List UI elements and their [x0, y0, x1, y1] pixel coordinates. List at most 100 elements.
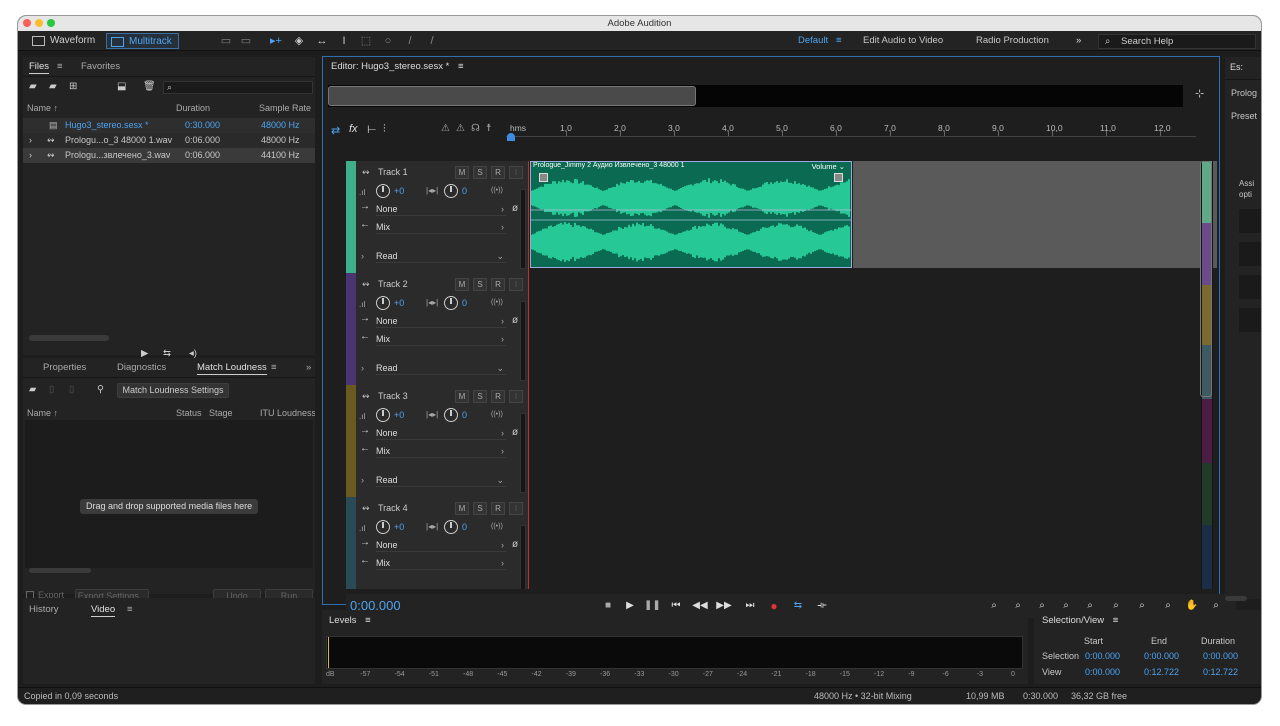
fx-icon[interactable]: fx [349, 123, 358, 135]
track-header[interactable]: ↭ Track 3 M S R I .ıl +0 |◂▸| 0 ((•)) → None › ø ← Mix › ›… [356, 385, 528, 497]
output-select[interactable]: Mix › [376, 445, 506, 458]
view-end[interactable]: 0:12.722 [1144, 667, 1179, 677]
track-lane[interactable] [528, 497, 1217, 589]
selection-view-menu-icon[interactable]: ≡ [1113, 615, 1119, 626]
view-start[interactable]: 0:00.000 [1085, 667, 1120, 677]
mute-button[interactable]: M [455, 502, 469, 515]
tab-favorites[interactable]: Favorites [81, 61, 120, 73]
volume-knob[interactable] [376, 520, 390, 534]
new-file-icon[interactable]: ⊞ [69, 81, 77, 92]
drop-area[interactable] [25, 420, 313, 568]
files-menu-icon[interactable]: ≡ [57, 61, 63, 73]
track-lane[interactable]: Prologue_Jimmy 2 Аудио Извлечено_3 48000… [528, 161, 1217, 273]
phase-invert-icon[interactable]: ø [512, 315, 518, 326]
levels-menu-icon[interactable]: ≡ [365, 615, 371, 626]
column-sample-rate[interactable]: Sample Rate [259, 103, 311, 113]
eq-icon[interactable]: ⫶ [383, 123, 386, 136]
clip-volume-dropdown[interactable]: Volume ⌄ [812, 162, 845, 171]
automation-mode-select[interactable]: Read ⌄ [376, 362, 506, 375]
tab-match-loudness[interactable]: Match Loudness [197, 362, 267, 375]
volume-value[interactable]: +0 [394, 410, 404, 420]
volume-value[interactable]: +0 [394, 186, 404, 196]
monitor-input-button[interactable]: I [509, 278, 523, 291]
output-select[interactable]: Mix › [376, 557, 506, 570]
track-color-tab[interactable] [346, 161, 356, 273]
output-select[interactable]: Mix › [376, 221, 506, 234]
volume-knob[interactable] [376, 408, 390, 422]
phase-invert-icon[interactable]: ø [512, 539, 518, 550]
input-select[interactable]: None › [376, 427, 506, 440]
solo-button[interactable]: S [473, 278, 487, 291]
time-ruler[interactable]: hms 1,0 2,0 3,0 4,0 5,0 6,0 7,0 8,0 9,0 10,0 11,0 1… [506, 121, 1196, 137]
expand-icon[interactable]: › [29, 148, 32, 163]
slip-tool-icon[interactable]: ↔ [314, 33, 330, 49]
tab-essential[interactable]: Es: [1230, 62, 1243, 72]
move-tool-icon[interactable]: ▸+ [268, 33, 284, 49]
delete-icon[interactable]: 🗑 [143, 81, 156, 92]
automation-expand-icon[interactable]: › [361, 363, 364, 373]
pan-knob[interactable] [444, 296, 458, 310]
file-row[interactable]: › ↭ Prologu...o_3 48000 1.wav 0:06.000 4… [23, 133, 315, 148]
automation-mode-select[interactable]: Read ⌄ [376, 474, 506, 487]
import-file-icon[interactable]: ▰ [49, 81, 57, 92]
loudness-settings-icon[interactable]: ⚲ [97, 384, 104, 395]
open-file-icon[interactable]: ▰ [29, 81, 37, 92]
horizontal-scrollbar[interactable] [29, 335, 109, 341]
essential-item[interactable]: Prolog [1231, 88, 1257, 98]
healing-tool-icon[interactable]: / [424, 33, 440, 49]
search-help-input[interactable]: ⌕ Search Help [1098, 34, 1256, 49]
column-status[interactable]: Status [176, 408, 202, 418]
mute-button[interactable]: M [455, 278, 469, 291]
track-lane[interactable] [528, 273, 1217, 385]
workspace-edit-audio-to-video[interactable]: Edit Audio to Video [863, 34, 943, 48]
workspace-menu-icon[interactable]: ≡ [836, 34, 842, 48]
pan-value[interactable]: 0 [462, 410, 467, 420]
record-arm-button[interactable]: R [491, 502, 505, 515]
horizontal-scrollbar[interactable] [1225, 596, 1247, 601]
brush-tool-icon[interactable]: / [402, 33, 418, 49]
pan-value[interactable]: 0 [462, 298, 467, 308]
file-row[interactable]: › ↭ Prologu...звлечено_3.wav 0:06.000 44… [23, 148, 315, 163]
pan-knob[interactable] [444, 408, 458, 422]
view-duration[interactable]: 0:12.722 [1203, 667, 1238, 677]
monitor-input-button[interactable]: I [509, 390, 523, 403]
pan-knob[interactable] [444, 184, 458, 198]
assign-button-2[interactable] [1239, 242, 1261, 266]
zoom-button[interactable] [47, 19, 55, 27]
column-name[interactable]: Name ↑ [27, 103, 58, 113]
tab-properties[interactable]: Properties [43, 362, 86, 374]
monitor-input-button[interactable]: I [509, 502, 523, 515]
phase-invert-icon[interactable]: ø [512, 203, 518, 214]
volume-value[interactable]: +0 [394, 522, 404, 532]
tab-history[interactable]: History [29, 604, 59, 616]
pitch-view-icon[interactable]: ▭ [238, 33, 254, 49]
more-tabs-icon[interactable]: » [306, 362, 311, 374]
metronome-icon[interactable]: ⚠ [441, 123, 450, 134]
track-color-tab[interactable] [346, 273, 356, 385]
razor-tool-icon[interactable]: ◈ [291, 33, 307, 49]
column-stage[interactable]: Stage [209, 408, 233, 418]
tab-files[interactable]: Files [29, 61, 50, 74]
record-arm-button[interactable]: R [491, 166, 505, 179]
remove-icon[interactable]: ▯ [49, 384, 54, 395]
pan-value[interactable]: 0 [462, 522, 467, 532]
horizontal-scrollbar[interactable] [29, 568, 91, 573]
editor-menu-icon[interactable]: ≡ [458, 61, 464, 72]
insert-multitrack-icon[interactable]: ⬓ [117, 81, 126, 92]
column-itu-loudness[interactable]: ITU Loudness [260, 408, 315, 418]
pan-value[interactable]: 0 [462, 186, 467, 196]
automation-expand-icon[interactable]: › [361, 475, 364, 485]
assign-button-1[interactable] [1239, 209, 1261, 233]
mute-button[interactable]: M [455, 166, 469, 179]
audio-clip[interactable]: Prologue_Jimmy 2 Аудио Извлечено_3 48000… [530, 161, 852, 268]
selection-end[interactable]: 0:00.000 [1144, 651, 1179, 661]
overview-bar[interactable] [328, 85, 1183, 107]
track-header[interactable]: ↭ Track 4 M S R I .ıl +0 |◂▸| 0 ((•)) → None › ø ← Mix › [356, 497, 528, 589]
solo-button[interactable]: S [473, 502, 487, 515]
stereo-icon[interactable]: ((•)) [491, 411, 503, 418]
headphones-icon[interactable]: ☊ [471, 123, 480, 134]
record-arm-button[interactable]: R [491, 390, 505, 403]
multitrack-button[interactable]: Multitrack [106, 33, 179, 49]
vertical-zoom-handle[interactable] [1200, 161, 1212, 397]
sends-icon[interactable]: ⊢ [367, 123, 377, 136]
